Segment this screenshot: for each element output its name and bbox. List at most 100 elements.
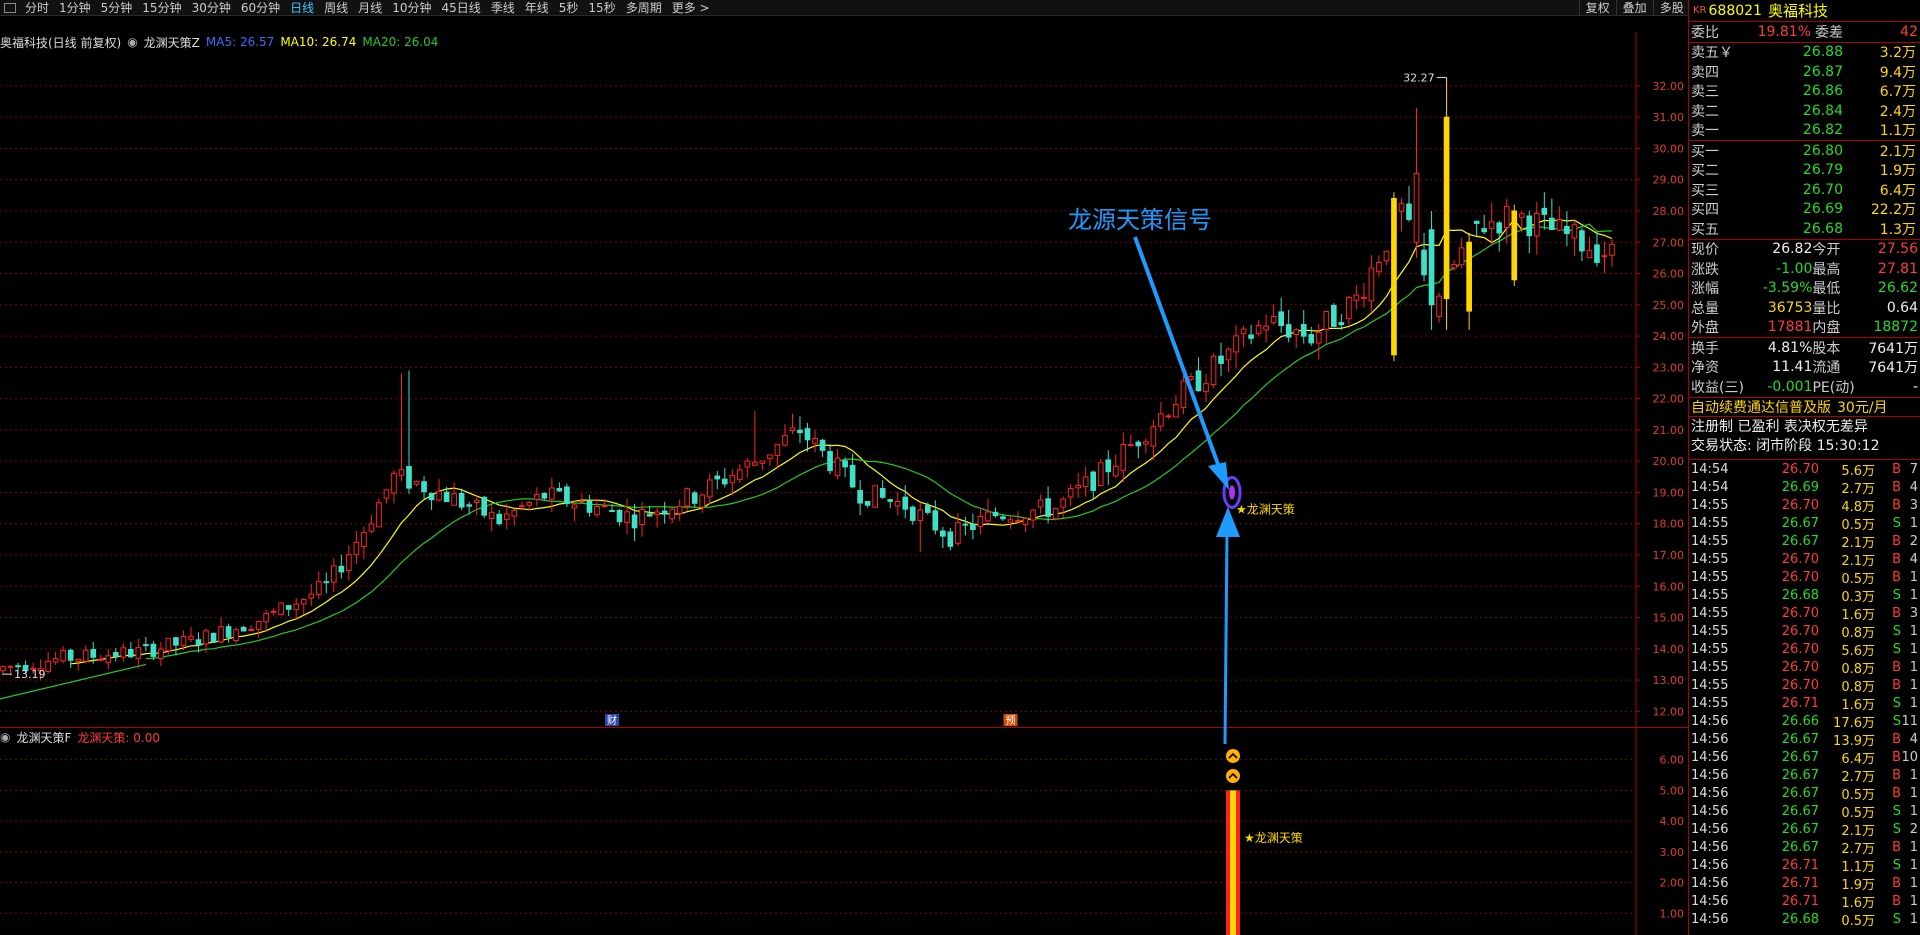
tick-row[interactable]: 14:56 26.67 2.7万 B 1 [1689,838,1920,857]
period-tab[interactable]: 日线 [285,0,319,16]
candle-body [729,475,736,484]
candle-body [1323,310,1330,330]
candle-body [1466,241,1472,312]
period-tab[interactable]: 周线 [319,0,353,16]
signal-title: 龙源天策信号 [1068,206,1212,234]
tick-side: B [1892,767,1901,783]
quote-label: 量比 [1812,300,1841,317]
period-tab[interactable]: 1分钟 [54,0,96,16]
period-tab[interactable]: 月线 [353,0,387,16]
indicator-name[interactable]: 龙渊天策Z [144,34,200,51]
candle-body [338,565,345,573]
sub-indicator-name[interactable]: 龙渊天策F [16,729,71,746]
tick-row[interactable]: 14:55 26.71 1.6万 S 1 [1689,694,1920,713]
tick-volume: 1.6万 [1841,895,1875,911]
y-tick-label: 22.00 [1653,393,1685,406]
tick-row[interactable]: 14:56 26.71 1.1万 S 1 [1689,856,1920,875]
layout-icon[interactable] [4,3,16,13]
candle-body [1045,498,1051,517]
indicator-eye-icon[interactable]: ◉ [127,35,137,49]
period-tab[interactable]: 更多 > [667,0,715,16]
kline-chart-area[interactable]: 奥福科技(日线 前复权) ◉ 龙渊天策Z MA5: 26.57 MA10: 26… [0,16,1688,935]
callout-arrow-head [1208,462,1229,490]
tick-row[interactable]: 14:55 26.70 5.6万 S 1 [1689,640,1920,659]
tick-list[interactable]: 14:54 26.70 5.6万 B 7 14:54 26.69 2.7万 B 4 14:55 26.… [1689,459,1920,929]
candle-body [1173,403,1179,418]
quote-value: 26.62 [1877,280,1918,297]
toolbar-button[interactable]: 多股 [1652,0,1690,16]
bid-row: 买二 26.79 1.9万 [1689,161,1920,181]
tick-price: 26.67 [1781,803,1819,819]
candle-body [1037,499,1044,508]
tick-row[interactable]: 14:56 26.67 6.4万 B 10 [1689,748,1920,767]
tick-row[interactable]: 14:55 26.67 2.1万 B 2 [1689,532,1920,551]
tick-count: 1 [1909,623,1918,639]
period-tab[interactable]: 15秒 [583,0,620,16]
tick-row[interactable]: 14:56 26.67 2.1万 S 2 [1689,820,1920,839]
tick-row[interactable]: 14:55 26.67 0.5万 S 1 [1689,514,1920,533]
candle-body [1330,304,1337,327]
chart-svg[interactable]: 32.00 31.00 30.00 29.00 28.00 27.00 26.00 25.00… [0,32,1688,935]
period-tab[interactable]: 年线 [520,0,554,16]
toolbar-button[interactable]: 叠加 [1615,0,1653,16]
stock-code[interactable]: 688021 [1709,3,1762,19]
tick-row[interactable]: 14:55 26.70 2.1万 B 4 [1689,550,1920,569]
tick-row[interactable]: 14:56 26.66 17.6万 S 11 [1689,712,1920,731]
candle-body [744,460,751,468]
candle-body [1082,476,1089,487]
tick-price: 26.68 [1781,587,1819,603]
candle-body [714,475,721,480]
tick-row[interactable]: 14:56 26.68 0.5万 S 1 [1689,910,1920,929]
candle-body [1526,215,1533,237]
period-tab[interactable]: 15分钟 [137,0,186,16]
promo-row[interactable]: 自动续费通达信普及版 30元/月 [1689,396,1920,417]
candle-body [601,505,608,508]
tick-row[interactable]: 14:55 26.70 0.8万 S 1 [1689,622,1920,641]
tick-row[interactable]: 14:55 26.70 0.5万 B 1 [1689,568,1920,587]
sub-eye-icon[interactable]: ◉ [0,730,10,744]
tick-volume: 0.8万 [1841,679,1875,695]
book-volume: 9.4万 [1879,64,1916,81]
tick-row[interactable]: 14:55 26.70 0.8万 B 1 [1689,658,1920,677]
period-tab[interactable]: 5秒 [554,0,584,16]
tick-time: 14:55 [1691,605,1729,621]
period-tab[interactable]: 多周期 [621,0,667,16]
tick-row[interactable]: 14:54 26.70 5.6万 B 7 [1689,460,1920,479]
period-tab[interactable]: 45日线 [436,0,485,16]
tick-row[interactable]: 14:56 26.67 0.5万 B 1 [1689,784,1920,803]
tick-row[interactable]: 14:54 26.69 2.7万 B 4 [1689,478,1920,497]
tick-price: 26.70 [1781,461,1819,477]
tick-row[interactable]: 14:55 26.70 4.8万 B 3 [1689,496,1920,515]
promo-text[interactable]: 自动续费通达信普及版 [1691,397,1831,417]
promo-price[interactable]: 30元/月 [1837,397,1888,417]
tick-row[interactable]: 14:56 26.67 0.5万 S 1 [1689,802,1920,821]
toolbar-button[interactable]: 复权 [1578,0,1616,16]
period-tab[interactable]: 10分钟 [387,0,436,16]
tick-row[interactable]: 14:55 26.70 0.8万 B 1 [1689,676,1920,695]
stats-row: 换手 4.81% 股本 7641万 [1689,338,1920,358]
tick-price: 26.70 [1781,551,1819,567]
tick-row[interactable]: 14:55 26.68 0.3万 S 1 [1689,586,1920,605]
tick-row[interactable]: 14:56 26.67 13.9万 B 4 [1689,730,1920,749]
stock-name[interactable]: 奥福科技 [1768,0,1828,21]
book-label: 卖四 [1691,64,1719,81]
candle-body [917,509,924,521]
quote-row: 涨跌 -1.00 最高 27.81 [1689,259,1920,279]
period-tab[interactable]: 5分钟 [96,0,138,16]
period-tab[interactable]: 60分钟 [236,0,285,16]
tick-row[interactable]: 14:56 26.67 2.7万 B 1 [1689,766,1920,785]
candle-body [188,635,194,640]
tick-time: 14:55 [1691,533,1729,549]
period-tab[interactable]: 季线 [486,0,520,16]
candle-body [985,511,991,522]
quote-value: -0.001 [1767,378,1813,395]
quote-row: 总量 36753 量比 0.64 [1689,298,1920,318]
tick-row[interactable]: 14:56 26.71 1.9万 B 1 [1689,874,1920,893]
quote-label: 涨幅 [1691,281,1719,298]
period-tab[interactable]: 30分钟 [187,0,236,16]
candle-body [7,665,14,668]
tick-row[interactable]: 14:55 26.70 1.6万 B 3 [1689,604,1920,623]
period-tab[interactable]: 分时 [20,0,54,16]
tick-row[interactable]: 14:56 26.71 1.6万 B 1 [1689,892,1920,911]
signal-bar-gold [1230,790,1236,935]
